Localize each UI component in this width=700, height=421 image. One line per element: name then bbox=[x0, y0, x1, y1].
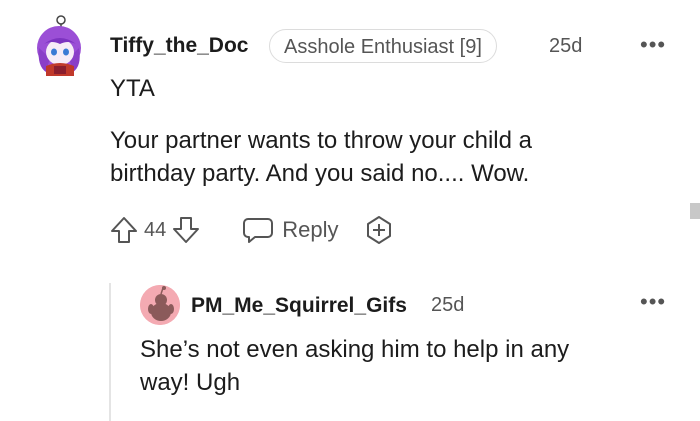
reply-body-line-2: way! Ugh bbox=[140, 369, 241, 396]
reply-avatar[interactable] bbox=[140, 285, 180, 325]
reply-button[interactable]: Reply bbox=[242, 216, 339, 244]
upvote-icon[interactable] bbox=[110, 215, 138, 245]
comment-verdict: YTA bbox=[110, 75, 155, 102]
comment-timestamp: 25d bbox=[549, 35, 583, 57]
scrollbar-thumb[interactable] bbox=[690, 203, 700, 219]
reply-body-line-1: She’s not even asking him to help in any bbox=[140, 336, 570, 363]
reply-label: Reply bbox=[282, 217, 339, 242]
more-options-icon[interactable]: ••• bbox=[640, 34, 666, 56]
user-avatar[interactable] bbox=[34, 14, 86, 76]
downvote-icon[interactable] bbox=[172, 215, 200, 245]
vote-count: 44 bbox=[144, 218, 167, 241]
comment-body-line-1: Your partner wants to throw your child a bbox=[110, 127, 533, 154]
reply-more-options-icon[interactable]: ••• bbox=[640, 291, 666, 313]
thread-line[interactable] bbox=[109, 283, 111, 421]
reply-icon bbox=[242, 216, 274, 244]
reply-username[interactable]: PM_Me_Squirrel_Gifs bbox=[191, 294, 407, 318]
user-flair: Asshole Enthusiast [9] bbox=[269, 29, 497, 63]
comment-actions: 44 Reply bbox=[110, 214, 395, 246]
comment-username[interactable]: Tiffy_the_Doc bbox=[110, 34, 248, 58]
comment-body-line-2: birthday party. And you said no.... Wow. bbox=[110, 160, 530, 187]
reply-timestamp: 25d bbox=[431, 294, 465, 316]
award-icon[interactable] bbox=[363, 214, 395, 246]
